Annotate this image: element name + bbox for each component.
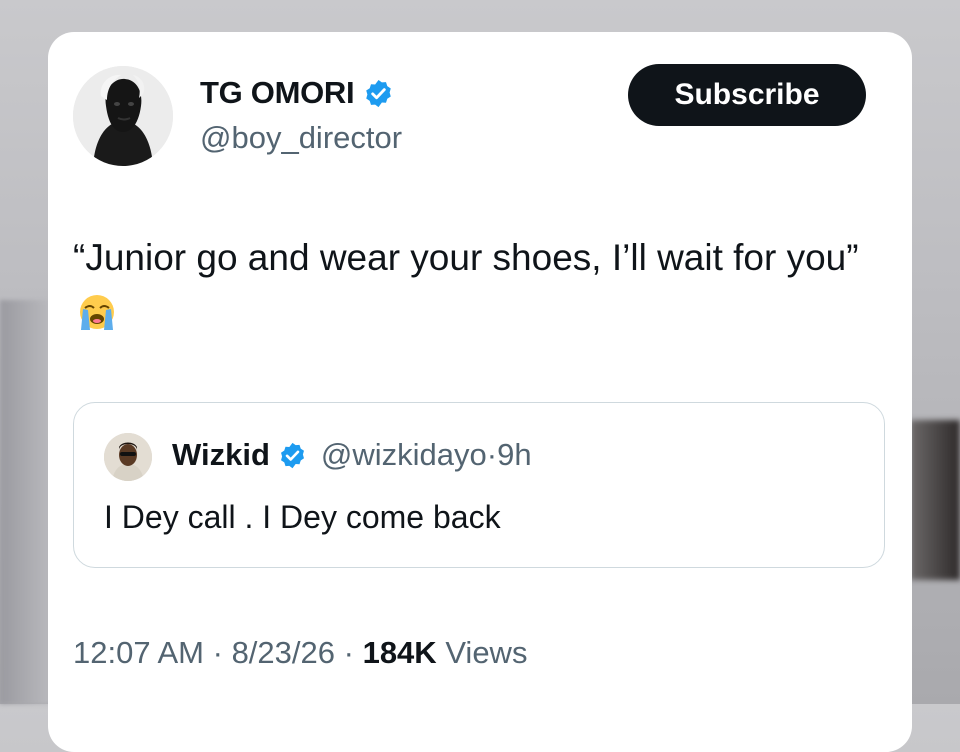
profile-photo-avatar: [73, 66, 173, 166]
quoted-verified-badge-icon: [280, 442, 304, 468]
background-blur-left: [0, 300, 50, 704]
background-blur-right: [910, 420, 960, 580]
meta-separator: ·: [212, 635, 223, 670]
quoted-tweet-text: I Dey call . I Dey come back: [104, 499, 501, 535]
author-name[interactable]: TG OMORI: [200, 75, 355, 111]
tweet-time[interactable]: 12:07 AM: [73, 635, 204, 670]
author-name-row: TG OMORI: [200, 75, 394, 111]
quoted-separator: ·: [486, 437, 498, 472]
quoted-author-row: Wizkid @wizkidayo·9h: [172, 437, 532, 473]
quoted-author-handle: @wizkidayo·9h: [321, 437, 532, 473]
author-avatar[interactable]: [73, 66, 173, 166]
tweet-meta: 12:07 AM · 8/23/26 · 184K Views: [73, 635, 527, 671]
quoted-time[interactable]: 9h: [497, 437, 531, 472]
views-label: Views: [445, 635, 528, 670]
loudly-crying-face-emoji-icon: [80, 295, 114, 330]
tweet-card: TG OMORI @boy_director Subscribe “Junior…: [48, 32, 912, 752]
quoted-profile-photo-avatar: [104, 433, 152, 481]
quoted-author-name[interactable]: Wizkid: [172, 437, 270, 473]
author-handle[interactable]: @boy_director: [200, 120, 402, 156]
subscribe-button[interactable]: Subscribe: [628, 64, 866, 126]
quoted-handle-text[interactable]: @wizkidayo: [321, 437, 487, 472]
tweet-body: “Junior go and wear your shoes, I’ll wai…: [73, 237, 859, 278]
views-count[interactable]: 184K: [363, 635, 437, 670]
meta-separator-2: ·: [343, 635, 354, 670]
tweet-date[interactable]: 8/23/26: [232, 635, 335, 670]
quoted-tweet[interactable]: Wizkid @wizkidayo·9h I Dey call . I Dey …: [73, 402, 885, 568]
tweet-text: “Junior go and wear your shoes, I’ll wai…: [73, 230, 873, 342]
quoted-author-avatar[interactable]: [104, 433, 152, 481]
verified-badge-icon: [366, 79, 392, 107]
